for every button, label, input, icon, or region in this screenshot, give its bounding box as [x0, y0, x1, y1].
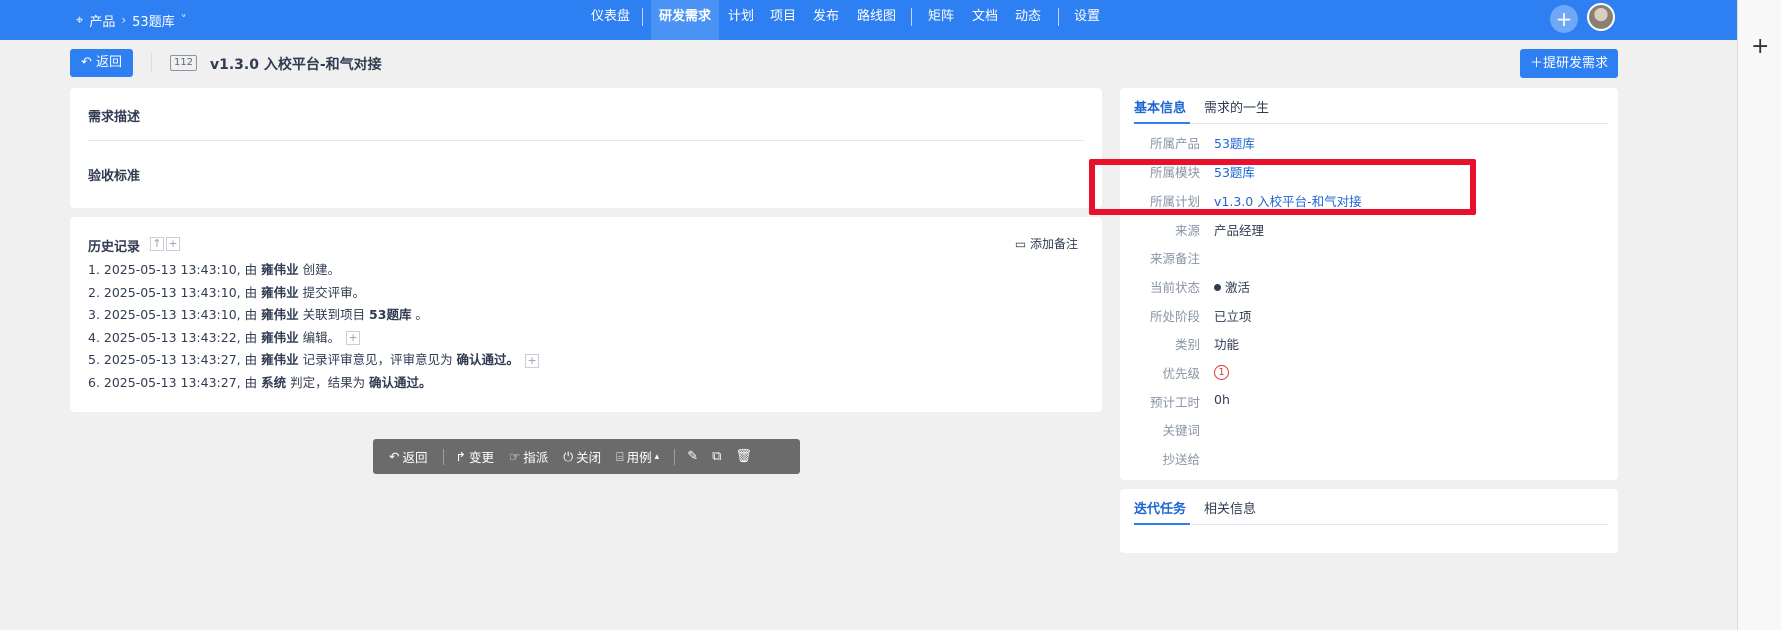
testcase-icon: ⌸	[616, 448, 624, 464]
iteration-tabs: 迭代任务 相关信息	[1134, 489, 1608, 525]
history-list: 1. 2025-05-13 13:43:10, 由 雍伟业 创建。 2. 202…	[88, 259, 540, 395]
active-tab-indicator	[1134, 122, 1190, 124]
description-title: 需求描述	[88, 110, 141, 125]
tab-story-life[interactable]: 需求的一生	[1204, 97, 1269, 116]
testcase-dropdown[interactable]: ⌸ 用例 ▴	[616, 447, 659, 466]
breadcrumb-project[interactable]: 53题库	[132, 11, 175, 30]
status-badge: 激活	[1225, 280, 1251, 295]
hand-icon: ☞	[509, 449, 521, 464]
nav-roadmap[interactable]: 路线图	[849, 0, 904, 40]
change-icon: ↱	[455, 449, 466, 464]
history-item: 2. 2025-05-13 13:43:10, 由 雍伟业 提交评审。	[88, 284, 366, 300]
nav-settings[interactable]: 设置	[1066, 0, 1108, 40]
history-item: 6. 2025-05-13 13:43:27, 由 系统 判定，结果为 确认通过…	[88, 374, 432, 390]
tab-basic-info[interactable]: 基本信息	[1134, 97, 1186, 116]
edit-icon[interactable]: ✎	[687, 449, 698, 464]
copy-icon[interactable]: ⧉	[712, 449, 721, 464]
back-button[interactable]: ↶ 返回	[70, 49, 133, 77]
location-pin-icon: ⌖	[76, 12, 84, 28]
iteration-panel: 迭代任务 相关信息	[1120, 489, 1618, 553]
product-link[interactable]: 53题库	[1214, 133, 1255, 152]
create-plus-icon[interactable]: +	[1550, 5, 1578, 33]
avatar[interactable]	[1587, 3, 1615, 31]
info-tabs: 基本信息 需求的一生	[1134, 88, 1608, 124]
history-title: 历史记录	[88, 240, 141, 255]
action-toolbar: ↶ 返回 ↱ 变更 ☞ 指派 ⏻ 关闭 ⌸ 用例 ▴ ✎ ⧉ 🗑	[373, 439, 800, 474]
status-dot-icon	[1214, 284, 1221, 291]
nav-stories[interactable]: 研发需求	[651, 0, 720, 40]
page-title: v1.3.0 入校平台-和气对接	[210, 57, 382, 73]
toolbar-back-button[interactable]: ↶ 返回	[389, 447, 428, 466]
chevron-down-icon[interactable]: ˅	[181, 13, 187, 27]
tab-related-info[interactable]: 相关信息	[1204, 498, 1256, 517]
basic-info-panel: 基本信息 需求的一生 所属产品 53题库 所属模块 53题库 所属计划 v1.3.0 …	[1120, 88, 1618, 480]
comment-icon: ▭	[1014, 237, 1027, 251]
story-id-badge: 112	[170, 55, 197, 71]
expand-all-icon[interactable]: +	[166, 237, 180, 251]
plan-link[interactable]: v1.3.0 入校平台-和气对接	[1214, 191, 1362, 210]
breadcrumb: ⌖ 产品 › 53题库 ˅	[76, 0, 187, 40]
back-button-label: 返回	[96, 55, 123, 70]
history-item: 4. 2025-05-13 13:43:22, 由 雍伟业 编辑。 +	[88, 327, 539, 350]
change-button[interactable]: ↱ 变更	[456, 447, 495, 466]
plus-icon[interactable]: +	[1751, 34, 1769, 59]
expand-icon[interactable]: +	[525, 353, 540, 368]
nav-dashboard[interactable]: 仪表盘	[583, 0, 638, 40]
history-item: 3. 2025-05-13 13:43:10, 由 雍伟业 关联到项目 53题库…	[88, 307, 428, 323]
history-item: 5. 2025-05-13 13:43:27, 由 雍伟业 记录评审意见，评审意…	[88, 349, 540, 372]
nav-divider	[642, 8, 643, 26]
nav-divider	[1058, 8, 1059, 26]
add-story-label: 提研发需求	[1543, 56, 1609, 71]
expand-icon[interactable]: +	[346, 331, 361, 346]
divider	[88, 140, 1084, 141]
toolbar-divider	[674, 448, 676, 465]
back-arrow-icon: ↶	[80, 55, 92, 70]
module-link[interactable]: 53题库	[1214, 162, 1255, 181]
breadcrumb-product[interactable]: 产品	[89, 11, 115, 30]
header-divider	[151, 53, 152, 73]
add-note-button[interactable]: ▭ 添加备注	[1015, 235, 1078, 252]
add-story-button[interactable]: ＋提研发需求	[1520, 49, 1618, 78]
nav-divider	[911, 8, 912, 26]
power-icon: ⏻	[563, 448, 574, 464]
side-strip: +	[1737, 0, 1781, 630]
add-note-label: 添加备注	[1029, 237, 1078, 251]
nav-plan[interactable]: 计划	[720, 0, 762, 40]
chevron-right-icon: ›	[121, 13, 127, 27]
reverse-order-icon[interactable]: ↑	[150, 237, 164, 251]
delete-icon[interactable]: 🗑	[735, 449, 752, 464]
nav-matrix[interactable]: 矩阵	[920, 0, 962, 40]
history-panel: 历史记录 ↑ + ▭ 添加备注 1. 2025-05-13 13:43:10, …	[70, 217, 1102, 412]
close-button[interactable]: ⏻ 关闭	[563, 447, 601, 466]
back-arrow-icon: ↶	[389, 449, 400, 464]
nav-project[interactable]: 项目	[762, 0, 804, 40]
tab-iteration-tasks[interactable]: 迭代任务	[1134, 498, 1186, 517]
nav-release[interactable]: 发布	[805, 0, 847, 40]
nav-dynamic[interactable]: 动态	[1007, 0, 1049, 40]
nav-doc[interactable]: 文档	[964, 0, 1006, 40]
assign-button[interactable]: ☞ 指派	[509, 447, 548, 466]
top-navbar: ⌖ 产品 › 53题库 ˅ 仪表盘 研发需求 计划 项目 发布 路线图 矩阵 文…	[0, 0, 1737, 40]
caret-up-icon: ▴	[654, 451, 660, 462]
description-panel: 需求描述 验收标准	[70, 88, 1102, 208]
history-item: 1. 2025-05-13 13:43:10, 由 雍伟业 创建。	[88, 262, 341, 277]
acceptance-title: 验收标准	[88, 169, 141, 184]
active-tab-indicator	[1134, 523, 1190, 525]
priority-badge: 1	[1214, 365, 1229, 380]
toolbar-divider	[442, 448, 444, 465]
plus-icon: ＋	[1529, 56, 1543, 71]
